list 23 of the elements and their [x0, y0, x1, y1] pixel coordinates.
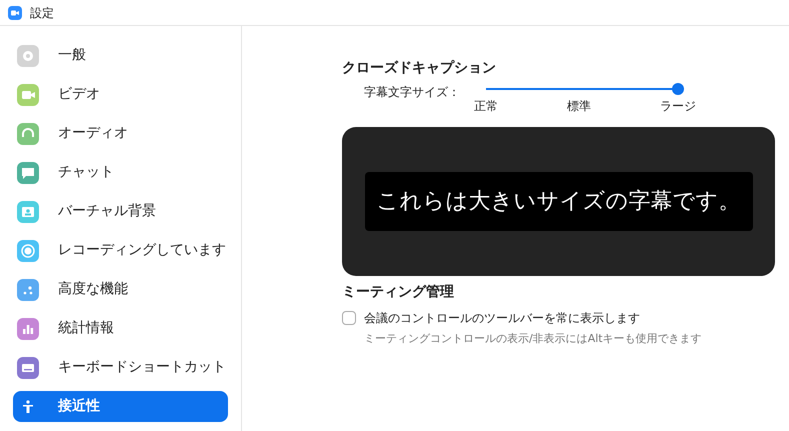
window-title: 設定 [30, 4, 54, 22]
sidebar-item[interactable]: バーチャル背景 [13, 196, 228, 227]
sidebar-item[interactable]: チャット [13, 157, 228, 188]
checkbox[interactable] [342, 311, 356, 325]
sidebar-item[interactable]: 接近性 [13, 391, 228, 422]
caption-text: これらは大きいサイズの字幕です。 [364, 172, 752, 231]
size-label: 字幕文字サイズ： [364, 84, 460, 101]
slider-stop-label: 標準 [567, 98, 591, 115]
sidebar-item[interactable]: ビデオ [13, 79, 228, 110]
slider-stop-label: ラージ [660, 98, 696, 115]
slider-thumb[interactable] [672, 83, 684, 95]
app-logo-icon [8, 6, 22, 20]
section-title: ミーティング管理 [342, 283, 455, 302]
sidebar-item[interactable]: キーボードショートカット [13, 352, 228, 383]
sidebar-item[interactable]: オーディオ [13, 118, 228, 149]
sidebar-item[interactable]: 高度な機能 [13, 274, 228, 305]
sidebar-item[interactable]: 統計情報 [13, 313, 228, 344]
section-title: クローズドキャプション [342, 59, 497, 78]
sidebar-item[interactable]: 一般 [13, 40, 228, 71]
slider-stop-label: 正常 [474, 98, 498, 115]
hint-text: ミーティングコントロールの表示/非表示にはAltキーも使用できます [364, 331, 703, 347]
checkbox-label: 会議のコントロールのツールバーを常に表示します [364, 310, 640, 327]
sidebar-item[interactable]: レコーディングしています [13, 235, 228, 266]
